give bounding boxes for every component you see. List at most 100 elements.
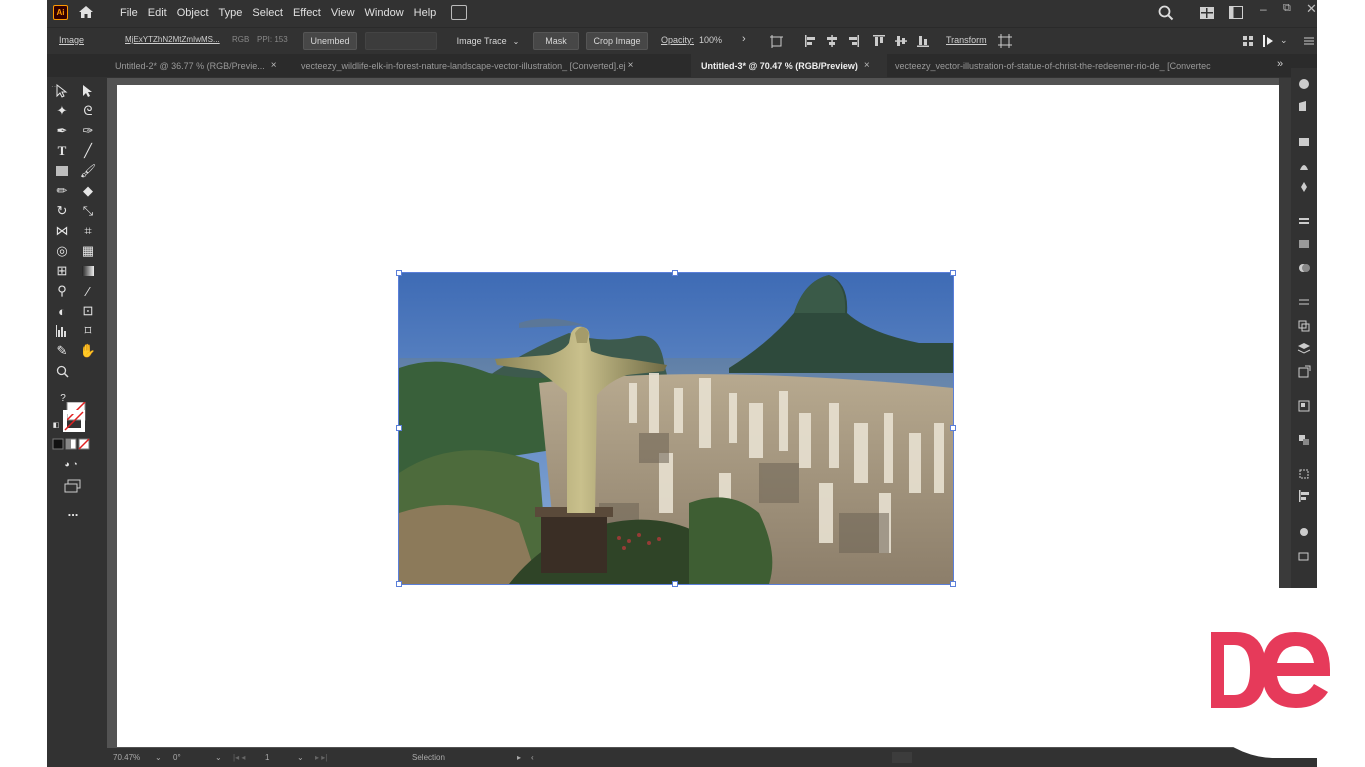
home-icon[interactable] [77, 3, 95, 21]
align-panel-icon[interactable] [1296, 488, 1312, 504]
curvature-tool-icon[interactable]: ✑ [79, 122, 97, 140]
zoom-level[interactable]: 70.47% [113, 753, 140, 762]
column-graph-tool-icon[interactable] [53, 322, 71, 340]
layers-panel-icon[interactable] [1296, 340, 1312, 356]
menu-object[interactable]: Object [177, 5, 209, 21]
bounding-box-handle[interactable] [950, 270, 956, 276]
libraries-panel-icon[interactable] [1296, 98, 1312, 114]
menu-view[interactable]: View [331, 5, 355, 21]
menu-select[interactable]: Select [252, 5, 283, 21]
asset-export-panel-icon[interactable] [1296, 364, 1312, 380]
menu-window[interactable]: Window [365, 5, 404, 21]
menu-effect[interactable]: Effect [293, 5, 321, 21]
line-segment-tool-icon[interactable]: ╱ [79, 142, 97, 160]
opacity-label[interactable]: Opacity: [661, 35, 694, 45]
bounding-box-handle[interactable] [396, 425, 402, 431]
measure-tool-icon[interactable]: ⁄ [79, 282, 97, 300]
slice-tool-icon[interactable]: ✎ [53, 342, 71, 360]
properties-panel-icon[interactable] [1296, 76, 1312, 92]
placed-image-christ-the-redeemer[interactable] [398, 272, 954, 585]
align-bottom-icon[interactable] [915, 33, 931, 49]
menu-edit[interactable]: Edit [148, 5, 167, 21]
status-menu-arrow-icon[interactable]: ▸ [517, 753, 521, 762]
free-transform-tool-icon[interactable]: ⌗ [79, 222, 97, 240]
isolate-object-icon[interactable] [997, 33, 1013, 49]
align-middle-icon[interactable] [893, 33, 909, 49]
bounding-box-handle[interactable] [396, 270, 402, 276]
document-tab[interactable]: vecteezy_wildlife-elk-in-forest-nature-l… [297, 54, 691, 77]
close-icon[interactable]: ✕ [1306, 1, 1317, 16]
mesh-tool-icon[interactable]: ⊞ [53, 262, 71, 280]
swatches-panel-icon[interactable] [1296, 134, 1312, 150]
links-panel-icon[interactable] [1296, 548, 1312, 564]
rotation-value[interactable]: 0° [173, 753, 181, 762]
bounding-box-handle[interactable] [950, 581, 956, 587]
selection-tool-icon[interactable] [53, 82, 71, 100]
direct-selection-tool-icon[interactable] [79, 82, 97, 100]
pen-tool-icon[interactable]: ✒ [53, 122, 71, 140]
first-artboard-icon[interactable]: |◂ ◂ [233, 753, 245, 762]
linked-file-name[interactable]: MjExYTZhN2MtZmIwMS... [125, 35, 220, 44]
align-right-icon[interactable] [845, 33, 861, 49]
pathfinder-panel-icon[interactable] [1296, 432, 1312, 448]
menu-help[interactable]: Help [414, 5, 437, 21]
chevron-right-icon[interactable]: › [742, 33, 746, 45]
crop-image-button[interactable]: Crop Image [586, 32, 648, 50]
align-top-icon[interactable] [871, 33, 887, 49]
search-icon[interactable] [1157, 4, 1175, 22]
rectangle-tool-icon[interactable] [53, 162, 71, 180]
artboards-panel-icon[interactable] [1296, 398, 1312, 414]
rotate-tool-icon[interactable]: ↻ [53, 202, 71, 220]
scroll-left-icon[interactable]: ‹ [531, 753, 534, 762]
chevron-down-icon[interactable]: ⌄ [1280, 35, 1288, 46]
opacity-value[interactable]: 100% [699, 35, 722, 45]
blend-tool-icon[interactable]: ◐ [53, 302, 71, 320]
edit-toolbar-button[interactable]: ... [63, 504, 83, 519]
magic-wand-tool-icon[interactable]: ✦ [53, 102, 71, 120]
width-tool-icon[interactable]: ⋈ [53, 222, 71, 240]
transform-button[interactable]: Transform [946, 35, 987, 45]
chevron-down-icon[interactable]: ⌄ [297, 753, 304, 762]
close-icon[interactable]: × [271, 60, 277, 71]
mask-button[interactable]: Mask [533, 32, 579, 50]
minimize-icon[interactable]: – [1260, 2, 1272, 16]
last-artboard-icon[interactable]: ▸ ▸| [315, 753, 327, 762]
artboard-number[interactable]: 1 [265, 753, 269, 762]
document-tab[interactable]: vecteezy_vector-illustration-of-statue-o… [889, 54, 1265, 77]
eraser-tool-icon[interactable]: ◆ [79, 182, 97, 200]
gradient-tool-icon[interactable] [79, 262, 97, 280]
menu-type[interactable]: Type [219, 5, 243, 21]
horizontal-scrollbar-thumb[interactable] [892, 752, 912, 763]
perspective-grid-tool-icon[interactable]: ▦ [79, 242, 97, 260]
chevron-down-icon[interactable]: ⌄ [155, 753, 162, 762]
paintbrush-tool-icon[interactable]: 🖌 [79, 162, 97, 180]
lasso-tool-icon[interactable]: ᘓ [79, 102, 97, 120]
align-left-icon[interactable] [803, 33, 819, 49]
bounding-box-handle[interactable] [672, 270, 678, 276]
drawing-modes-icon[interactable]: ◕ ◔ [51, 458, 91, 470]
more-tabs-icon[interactable]: » [1277, 58, 1283, 70]
close-icon[interactable]: × [628, 60, 634, 71]
bounding-box-handle[interactable] [950, 425, 956, 431]
document-tab[interactable]: Untitled-2* @ 36.77 % (RGB/Previe... × [109, 54, 291, 77]
panel-menu-icon[interactable] [1301, 33, 1317, 49]
image-trace-button[interactable]: Image Trace ⌄ [450, 32, 526, 50]
align-center-icon[interactable] [824, 33, 840, 49]
symbols-panel-icon[interactable] [1296, 180, 1312, 196]
arrange-documents-icon[interactable] [451, 5, 467, 20]
default-fill-stroke-icon[interactable]: ◧ [51, 420, 61, 430]
align-to-icon[interactable] [769, 33, 785, 49]
close-icon[interactable]: × [864, 60, 870, 71]
document-tab-active[interactable]: Untitled-3* @ 70.47 % (RGB/Preview) × [691, 54, 887, 77]
eyedropper-tool-icon[interactable]: ⚲ [53, 282, 71, 300]
chevron-down-icon[interactable]: ⌄ [215, 753, 222, 762]
type-tool-icon[interactable]: T [53, 142, 71, 160]
bounding-box-handle[interactable] [672, 581, 678, 587]
brushes-panel-icon[interactable] [1296, 158, 1312, 174]
artboard-tool-icon[interactable]: ⌑ [79, 322, 97, 340]
color-guide-panel-icon[interactable] [1296, 524, 1312, 540]
stroke-panel-icon[interactable] [1296, 214, 1312, 230]
unembed-button[interactable]: Unembed [303, 32, 357, 50]
transform-panel-icon[interactable] [1296, 466, 1312, 482]
properties-toggle-icon[interactable] [1261, 33, 1277, 49]
